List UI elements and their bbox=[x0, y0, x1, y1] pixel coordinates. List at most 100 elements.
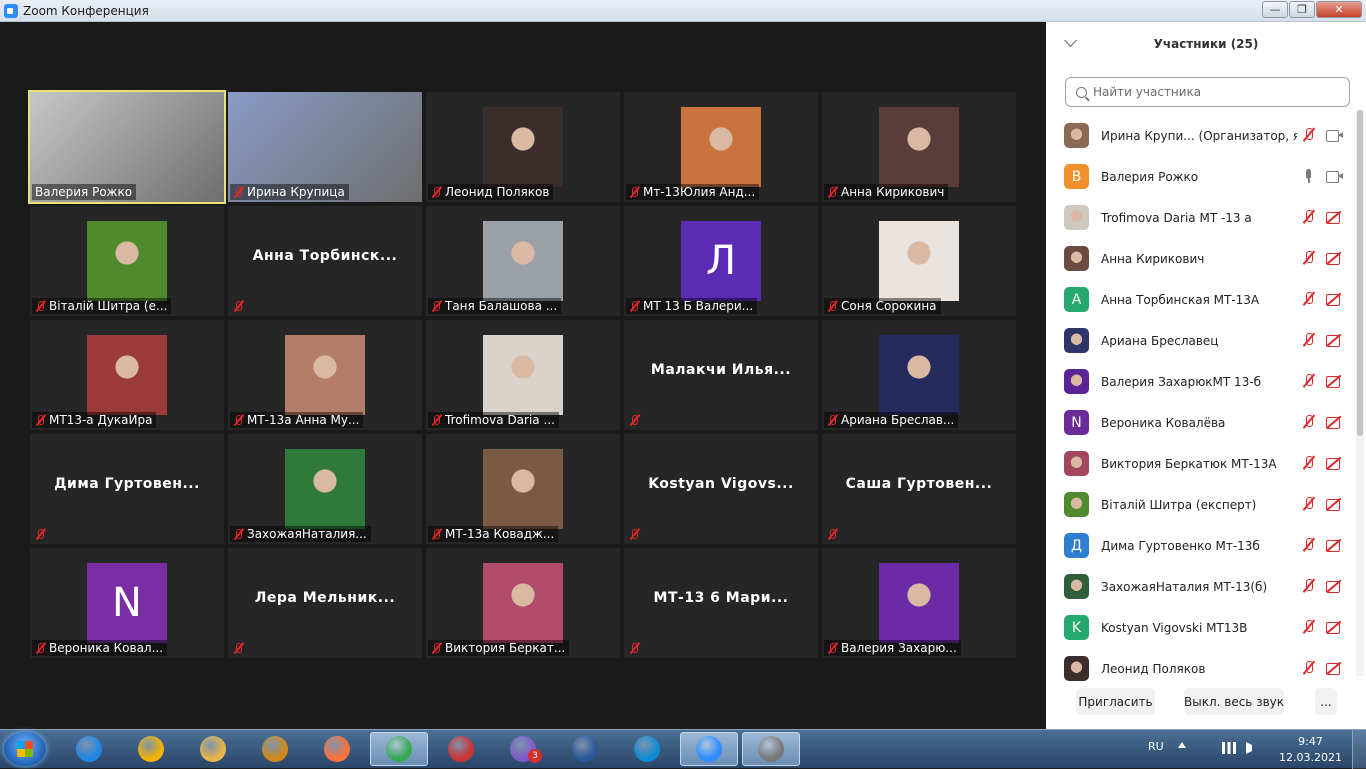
participant-row[interactable]: Віталій Шитра (експерт) bbox=[1046, 484, 1356, 525]
participant-row[interactable]: N Вероника Ковалёва bbox=[1046, 402, 1356, 443]
clock[interactable]: 9:47 12.03.2021 bbox=[1279, 734, 1342, 766]
participant-row[interactable]: Леонид Поляков bbox=[1046, 648, 1356, 689]
participant-row[interactable]: Виктория Беркатюк МТ-13А bbox=[1046, 443, 1356, 484]
scrollbar-thumb[interactable] bbox=[1357, 110, 1363, 436]
video-tile[interactable]: N Вероника Ковал... bbox=[30, 548, 224, 658]
microphone-icon[interactable] bbox=[1301, 169, 1317, 183]
video-off-icon[interactable] bbox=[1326, 251, 1342, 265]
video-tile[interactable]: Ирина Крупица bbox=[228, 92, 422, 202]
video-off-icon[interactable] bbox=[1326, 497, 1342, 511]
video-off-icon[interactable] bbox=[1326, 333, 1342, 347]
tray-arrow-icon[interactable] bbox=[1178, 742, 1186, 748]
taskbar-camera-app-button[interactable] bbox=[742, 732, 800, 766]
taskbar-zoom-button[interactable] bbox=[680, 732, 738, 766]
close-button[interactable]: ✕ bbox=[1316, 1, 1362, 18]
video-off-icon[interactable] bbox=[1326, 292, 1342, 306]
video-tile[interactable]: Виктория Беркат... bbox=[426, 548, 620, 658]
video-tile[interactable]: Kostyan Vigovs... bbox=[624, 434, 818, 544]
tile-name-label: Валерия Рожко bbox=[32, 184, 137, 200]
video-tile[interactable]: Соня Сорокина bbox=[822, 206, 1016, 316]
volume-icon[interactable] bbox=[1246, 742, 1258, 754]
taskbar-firefox-button[interactable] bbox=[308, 732, 366, 766]
mic-muted-icon[interactable] bbox=[1301, 374, 1317, 388]
mic-muted-icon[interactable] bbox=[1301, 251, 1317, 265]
invite-button[interactable]: Пригласить bbox=[1076, 688, 1155, 715]
participant-scrollbar[interactable] bbox=[1356, 110, 1364, 676]
network-icon[interactable] bbox=[1222, 742, 1236, 754]
video-tile[interactable]: МТ-13а Анна Му... bbox=[228, 320, 422, 430]
mic-muted-icon[interactable] bbox=[1301, 128, 1317, 142]
taskbar-internet-explorer-button[interactable] bbox=[60, 732, 118, 766]
participant-row[interactable]: А Анна Торбинская МТ-13А bbox=[1046, 279, 1356, 320]
video-off-icon[interactable] bbox=[1326, 210, 1342, 224]
profile-picture bbox=[285, 449, 365, 529]
participant-row[interactable]: ЗахожаяНаталия МТ-13(б) bbox=[1046, 566, 1356, 607]
mic-muted-icon[interactable] bbox=[1301, 497, 1317, 511]
video-off-icon[interactable] bbox=[1326, 538, 1342, 552]
mic-muted-icon[interactable] bbox=[1301, 661, 1317, 675]
collapse-chevron-icon[interactable] bbox=[1064, 34, 1077, 47]
video-tile[interactable]: Л МТ 13 Б Валери... bbox=[624, 206, 818, 316]
video-tile[interactable]: Мт-13Юлия Анд... bbox=[624, 92, 818, 202]
start-button[interactable] bbox=[4, 732, 46, 766]
video-tile[interactable]: Малакчи Илья... bbox=[624, 320, 818, 430]
video-tile[interactable]: Леонид Поляков bbox=[426, 92, 620, 202]
video-tile[interactable]: Ариана Бреслав... bbox=[822, 320, 1016, 430]
mic-muted-icon[interactable] bbox=[1301, 415, 1317, 429]
participant-row[interactable]: K Kostyan Vigovski МТ13В bbox=[1046, 607, 1356, 648]
participant-row[interactable]: Ариана Бреславец bbox=[1046, 320, 1356, 361]
taskbar-viber-button[interactable]: 3 bbox=[494, 732, 552, 766]
video-tile[interactable]: МТ-13 6 Мари... bbox=[624, 548, 818, 658]
minimize-button[interactable]: — bbox=[1262, 1, 1288, 18]
video-off-icon[interactable] bbox=[1326, 374, 1342, 388]
show-desktop-button[interactable] bbox=[1352, 730, 1366, 769]
mic-muted-icon[interactable] bbox=[1301, 579, 1317, 593]
video-tile[interactable]: ЗахожаяНаталия... bbox=[228, 434, 422, 544]
mic-muted-icon[interactable] bbox=[1301, 333, 1317, 347]
video-tile[interactable]: МТ13-а ДукаИра bbox=[30, 320, 224, 430]
mic-muted-icon[interactable] bbox=[1301, 620, 1317, 634]
video-camera-icon[interactable] bbox=[1326, 169, 1343, 183]
participant-row[interactable]: Валерия ЗахарюкМТ 13-б bbox=[1046, 361, 1356, 402]
language-indicator[interactable]: RU bbox=[1148, 740, 1164, 753]
mic-muted-icon[interactable] bbox=[1301, 456, 1317, 470]
more-button[interactable]: ... bbox=[1315, 688, 1337, 715]
video-off-icon[interactable] bbox=[1326, 415, 1342, 429]
video-tile[interactable]: Лера Мельник... bbox=[228, 548, 422, 658]
taskbar-chrome-app-button[interactable] bbox=[122, 732, 180, 766]
taskbar-chrome-button[interactable] bbox=[370, 732, 428, 766]
video-off-icon[interactable] bbox=[1326, 661, 1342, 675]
video-tile[interactable]: Анна Торбинск... bbox=[228, 206, 422, 316]
maximize-button[interactable]: ❐ bbox=[1289, 1, 1315, 18]
taskbar-word-button[interactable] bbox=[556, 732, 614, 766]
participant-row[interactable]: Анна Кирикович bbox=[1046, 238, 1356, 279]
search-input[interactable] bbox=[1093, 85, 1333, 99]
video-tile[interactable]: Валерия Захарю... bbox=[822, 548, 1016, 658]
participant-row[interactable]: Ирина Крупи... (Организатор, я) bbox=[1046, 115, 1356, 156]
taskbar-file-explorer-button[interactable] bbox=[184, 732, 242, 766]
participant-row[interactable]: Trofimova Daria МТ -13 а bbox=[1046, 197, 1356, 238]
video-tile[interactable]: Trofimova Daria ... bbox=[426, 320, 620, 430]
video-tile[interactable]: Валерия Рожко bbox=[28, 90, 226, 204]
mic-muted-icon[interactable] bbox=[1301, 210, 1317, 224]
tile-name-text: Ирина Крупица bbox=[247, 185, 345, 199]
video-tile[interactable]: МТ-13а Ковадж... bbox=[426, 434, 620, 544]
participant-row[interactable]: В Валерия Рожко bbox=[1046, 156, 1356, 197]
mic-muted-icon[interactable] bbox=[1301, 292, 1317, 306]
video-tile[interactable]: Таня Балашова ... bbox=[426, 206, 620, 316]
taskbar-archive-app-button[interactable] bbox=[246, 732, 304, 766]
video-tile[interactable]: Віталій Шитра (е... bbox=[30, 206, 224, 316]
taskbar-photo-app-button[interactable] bbox=[432, 732, 490, 766]
video-tile[interactable]: Саша Гуртовен... bbox=[822, 434, 1016, 544]
video-off-icon[interactable] bbox=[1326, 620, 1342, 634]
participant-search[interactable] bbox=[1065, 77, 1350, 107]
video-off-icon[interactable] bbox=[1326, 579, 1342, 593]
video-tile[interactable]: Анна Кирикович bbox=[822, 92, 1016, 202]
mute-all-button[interactable]: Выкл. весь звук bbox=[1184, 688, 1284, 715]
video-tile[interactable]: Дима Гуртовен... bbox=[30, 434, 224, 544]
mic-muted-icon[interactable] bbox=[1301, 538, 1317, 552]
taskbar-edge-button[interactable] bbox=[618, 732, 676, 766]
video-off-icon[interactable] bbox=[1326, 456, 1342, 470]
video-camera-icon[interactable] bbox=[1326, 128, 1343, 142]
participant-row[interactable]: Д Дима Гуртовенко Мт-13б bbox=[1046, 525, 1356, 566]
